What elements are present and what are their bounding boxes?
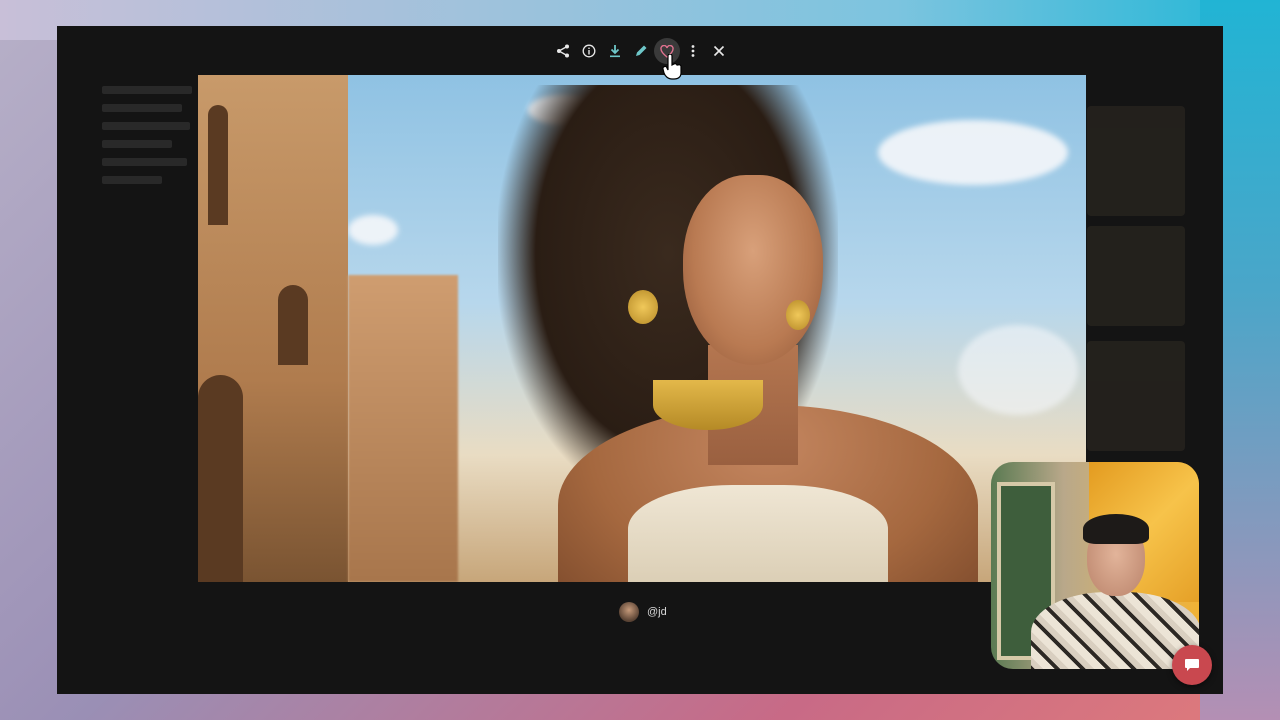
more-vertical-icon[interactable] bbox=[680, 38, 706, 64]
chat-support-button[interactable] bbox=[1172, 645, 1212, 685]
author-info[interactable]: @jd bbox=[619, 602, 667, 622]
background-thumbnail bbox=[1087, 341, 1185, 451]
download-icon[interactable] bbox=[602, 38, 628, 64]
building-middle bbox=[348, 275, 458, 582]
arch-window bbox=[278, 285, 308, 365]
cloud bbox=[958, 325, 1078, 415]
gold-necklace bbox=[653, 380, 763, 430]
hand-pointer-cursor bbox=[662, 53, 682, 80]
background-thumbnail bbox=[1087, 106, 1185, 216]
background-thumbnail bbox=[1087, 226, 1185, 326]
author-handle[interactable]: @jd bbox=[647, 606, 667, 618]
image-viewer-toolbar bbox=[550, 38, 732, 64]
building-left bbox=[198, 75, 348, 582]
arch-doorway bbox=[198, 375, 243, 582]
close-icon[interactable] bbox=[706, 38, 732, 64]
background-prompt-panel bbox=[102, 76, 197, 194]
arch-window bbox=[208, 105, 228, 225]
cloud bbox=[348, 215, 398, 245]
cloud bbox=[878, 120, 1068, 185]
info-icon[interactable] bbox=[576, 38, 602, 64]
share-icon[interactable] bbox=[550, 38, 576, 64]
generated-image[interactable] bbox=[198, 75, 1086, 582]
earring-right bbox=[786, 300, 810, 330]
webcam-person-hair bbox=[1083, 514, 1149, 544]
author-avatar[interactable] bbox=[619, 602, 639, 622]
face bbox=[683, 175, 823, 365]
white-dress bbox=[628, 485, 888, 582]
edit-icon[interactable] bbox=[628, 38, 654, 64]
earring-left bbox=[628, 290, 658, 324]
webcam-overlay bbox=[991, 462, 1199, 669]
